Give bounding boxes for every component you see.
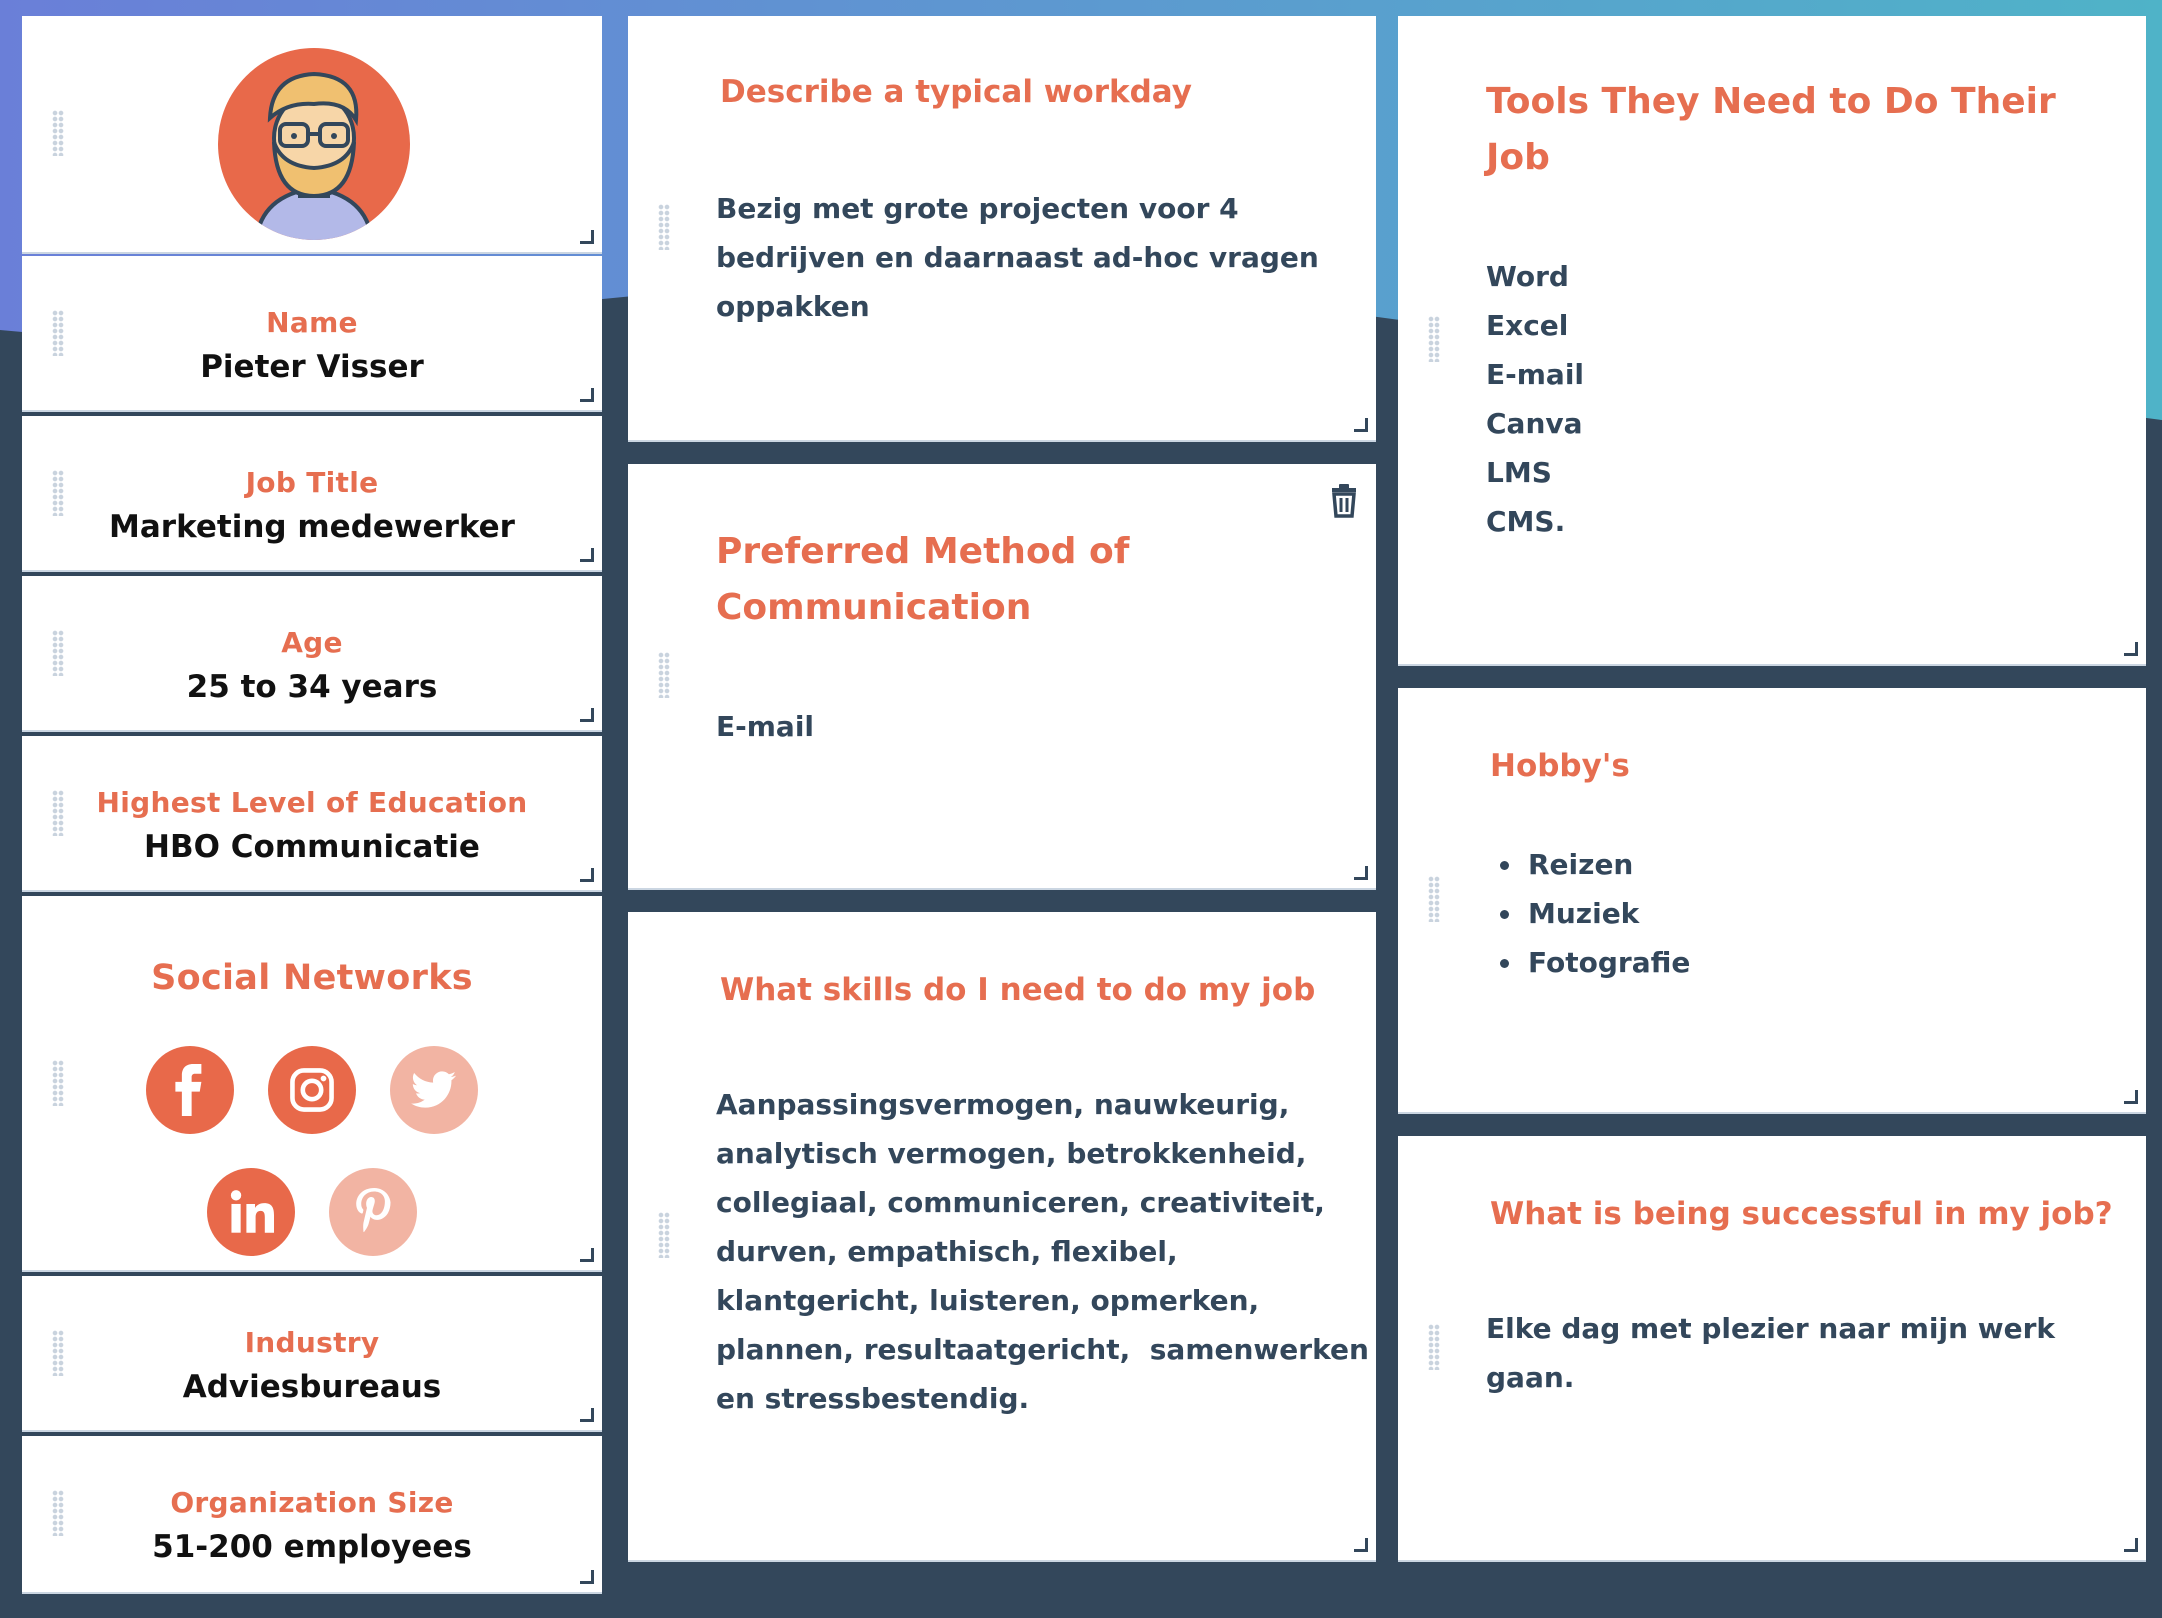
pinterest-icon[interactable] xyxy=(329,1168,417,1256)
resize-handle-icon[interactable] xyxy=(580,868,594,882)
field-card-organization-size[interactable]: Organization Size 51-200 employees xyxy=(22,1436,602,1594)
tools-title: Job xyxy=(1486,137,1550,178)
workday-title: Describe a typical workday xyxy=(720,74,1192,110)
resize-handle-icon[interactable] xyxy=(580,230,594,244)
skills-line: collegiaal, communiceren, creativiteit, xyxy=(716,1186,1325,1219)
tool-item: Excel xyxy=(1486,309,1569,342)
field-value: 51-200 employees xyxy=(152,1529,472,1565)
field-label: Name xyxy=(266,306,358,339)
tool-item: E-mail xyxy=(1486,358,1585,391)
drag-handle-icon[interactable] xyxy=(1428,876,1440,922)
resize-handle-icon[interactable] xyxy=(1354,418,1368,432)
field-label: Highest Level of Education xyxy=(96,786,528,819)
tool-item: Word xyxy=(1486,260,1569,293)
avatar-card[interactable] xyxy=(22,16,602,254)
hobbies-title: Hobby's xyxy=(1490,748,1630,784)
field-value: Pieter Visser xyxy=(200,349,424,385)
resize-handle-icon[interactable] xyxy=(1354,866,1368,880)
workday-line: oppakken xyxy=(716,290,870,323)
field-card-education[interactable]: Highest Level of Education HBO Communica… xyxy=(22,736,602,892)
field-value: HBO Communicatie xyxy=(144,829,480,865)
resize-handle-icon[interactable] xyxy=(2124,642,2138,656)
field-label: Job Title xyxy=(245,466,379,499)
communication-title: Preferred Method of xyxy=(716,531,1130,572)
linkedin-icon[interactable] xyxy=(207,1168,295,1256)
field-value: Adviesbureaus xyxy=(182,1369,442,1405)
tool-item: LMS xyxy=(1486,456,1552,489)
resize-handle-icon[interactable] xyxy=(1354,1538,1368,1552)
field-label: Organization Size xyxy=(170,1486,454,1519)
workday-line: Bezig met grote projecten voor 4 xyxy=(716,192,1239,225)
field-card-job-title[interactable]: Job Title Marketing medewerker xyxy=(22,416,602,572)
field-label: Industry xyxy=(244,1326,380,1359)
success-line: Elke dag met plezier naar mijn werk xyxy=(1486,1312,2056,1345)
trash-icon[interactable] xyxy=(1330,484,1358,518)
drag-handle-icon[interactable] xyxy=(1428,316,1440,362)
communication-title: Communication xyxy=(716,587,1032,628)
tool-item: CMS. xyxy=(1486,505,1566,538)
field-value: Marketing medewerker xyxy=(109,509,515,545)
field-card-industry[interactable]: Industry Adviesbureaus xyxy=(22,1276,602,1432)
avatar xyxy=(218,48,410,240)
social-networks-card[interactable]: Social Networks xyxy=(22,896,602,1272)
skills-line: Aanpassingsvermogen, nauwkeurig, xyxy=(716,1088,1290,1121)
resize-handle-icon[interactable] xyxy=(580,1408,594,1422)
resize-handle-icon[interactable] xyxy=(2124,1090,2138,1104)
success-card[interactable]: What is being successful in my job? Elke… xyxy=(1398,1136,2146,1562)
field-label: Age xyxy=(281,626,343,659)
facebook-icon[interactable] xyxy=(146,1046,234,1134)
resize-handle-icon[interactable] xyxy=(2124,1538,2138,1552)
drag-handle-icon[interactable] xyxy=(1428,1324,1440,1370)
drag-handle-icon[interactable] xyxy=(658,1212,670,1258)
field-value: 25 to 34 years xyxy=(186,669,438,705)
resize-handle-icon[interactable] xyxy=(580,1248,594,1262)
skills-card[interactable]: What skills do I need to do my job Aanpa… xyxy=(628,912,1376,1562)
skills-line: durven, empathisch, flexibel, xyxy=(716,1235,1178,1268)
resize-handle-icon[interactable] xyxy=(580,548,594,562)
resize-handle-icon[interactable] xyxy=(580,388,594,402)
workday-line: bedrijven en daarnaast ad-hoc vragen xyxy=(716,241,1319,274)
skills-line: klantgericht, luisteren, opmerken, xyxy=(716,1284,1260,1317)
hobby-item: Muziek xyxy=(1486,889,1690,938)
field-card-age[interactable]: Age 25 to 34 years xyxy=(22,576,602,732)
workday-card[interactable]: Describe a typical workday Bezig met gro… xyxy=(628,16,1376,442)
twitter-icon[interactable] xyxy=(390,1046,478,1134)
tool-item: Canva xyxy=(1486,407,1583,440)
skills-title: What skills do I need to do my job xyxy=(720,972,1316,1008)
skills-line: analytisch vermogen, betrokkenheid, xyxy=(716,1137,1307,1170)
hobbies-list: Reizen Muziek Fotografie xyxy=(1486,840,1690,987)
resize-handle-icon[interactable] xyxy=(580,1570,594,1584)
field-card-name[interactable]: Name Pieter Visser xyxy=(22,256,602,412)
instagram-icon[interactable] xyxy=(268,1046,356,1134)
drag-handle-icon[interactable] xyxy=(658,652,670,698)
success-title: What is being successful in my job? xyxy=(1490,1196,2113,1232)
communication-card[interactable]: Preferred Method of Communication E-mail xyxy=(628,464,1376,890)
drag-handle-icon[interactable] xyxy=(52,110,64,156)
hobby-item: Fotografie xyxy=(1486,938,1690,987)
tools-title: Tools They Need to Do Their xyxy=(1486,81,2056,122)
communication-value: E-mail xyxy=(716,710,815,743)
resize-handle-icon[interactable] xyxy=(580,708,594,722)
hobbies-card[interactable]: Hobby's Reizen Muziek Fotografie xyxy=(1398,688,2146,1114)
drag-handle-icon[interactable] xyxy=(658,204,670,250)
success-line: gaan. xyxy=(1486,1361,1575,1394)
skills-line: en stressbestendig. xyxy=(716,1382,1030,1415)
tools-card[interactable]: Tools They Need to Do Their Job Word Exc… xyxy=(1398,16,2146,666)
skills-line: plannen, resultaatgericht, samenwerken xyxy=(716,1333,1369,1366)
hobby-item: Reizen xyxy=(1486,840,1690,889)
social-networks-title: Social Networks xyxy=(151,958,473,998)
